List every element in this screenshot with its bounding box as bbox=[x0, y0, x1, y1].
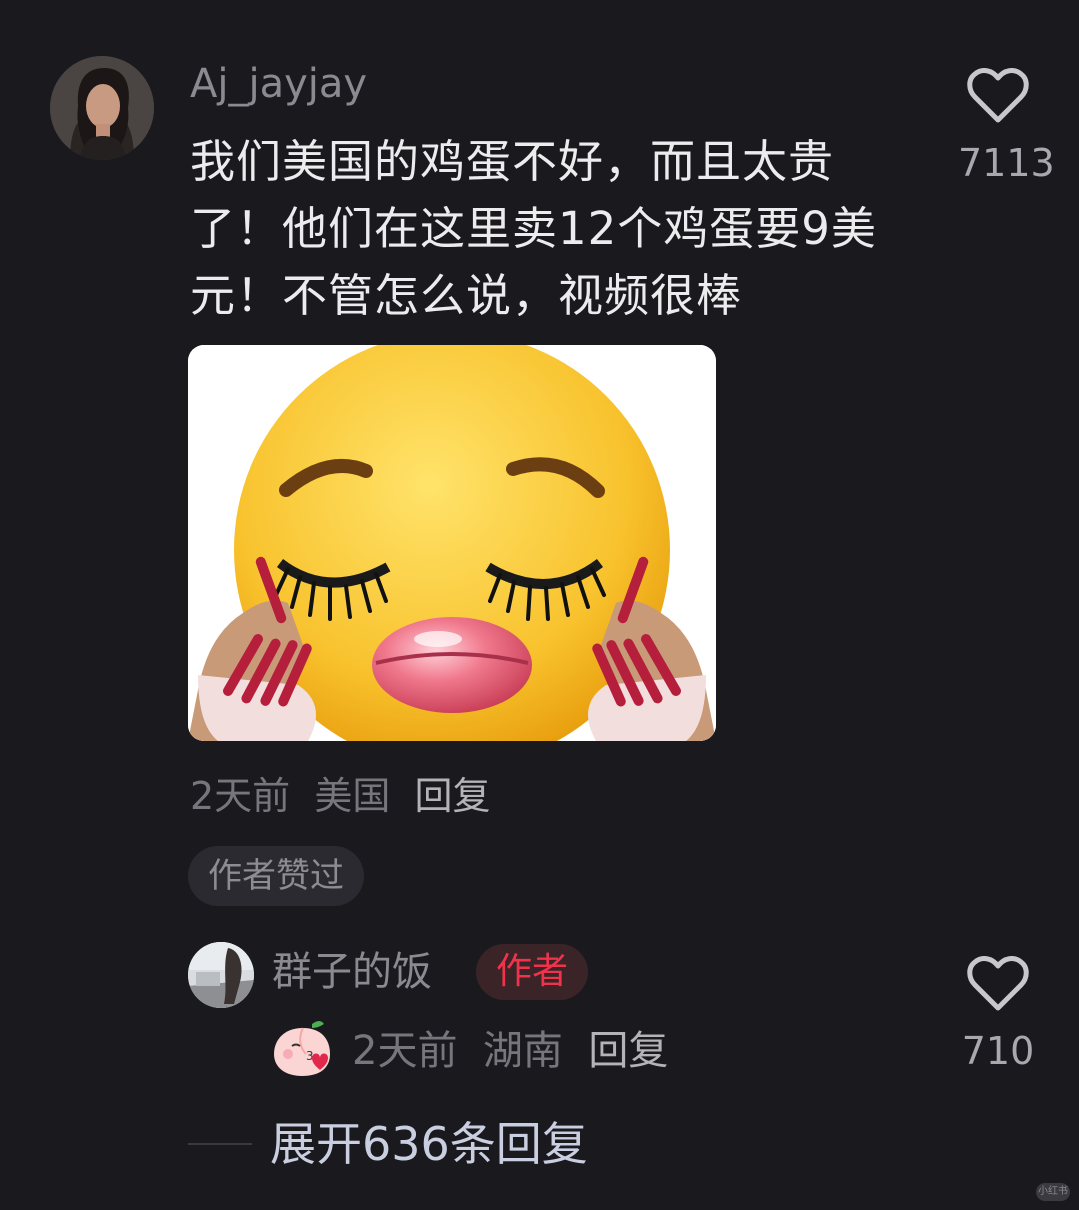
reply-avatar[interactable] bbox=[188, 942, 254, 1008]
reply-time: 2天前 bbox=[352, 1028, 458, 1074]
reply-location: 湖南 bbox=[482, 1028, 563, 1074]
author-badge: 作者 bbox=[476, 944, 589, 1000]
comment-text: 我们美国的鸡蛋不好，而且太贵了！他们在这里卖12个鸡蛋要9美元！不管怎么说，视频… bbox=[190, 135, 877, 322]
peach-kiss-icon: 3 bbox=[272, 1018, 334, 1078]
heart-icon[interactable] bbox=[967, 68, 1029, 124]
reply-meta: 2天前 湖南 回复 bbox=[352, 1024, 668, 1078]
reply-username[interactable]: 群子的饭 bbox=[272, 944, 432, 1000]
comment-time: 2天前 bbox=[190, 774, 291, 818]
comment-like-count: 7113 bbox=[958, 141, 1055, 185]
reply-reply-button[interactable]: 回复 bbox=[588, 1028, 668, 1074]
comment-sticker-image[interactable] bbox=[188, 345, 716, 741]
expand-divider bbox=[188, 1143, 252, 1145]
heart-icon[interactable] bbox=[967, 956, 1029, 1012]
reply-like-button[interactable]: 710 bbox=[958, 956, 1038, 1076]
comment-location: 美国 bbox=[314, 774, 391, 818]
reply-like-count: 710 bbox=[961, 1029, 1035, 1073]
comment-meta: 2天前 美国 回复 bbox=[190, 770, 491, 822]
author-liked-badge: 作者赞过 bbox=[188, 846, 364, 906]
comment-like-button[interactable]: 7113 bbox=[958, 68, 1055, 188]
commenter-username[interactable]: Aj_jayjay bbox=[190, 58, 367, 110]
watermark-logo: 小红书 bbox=[1036, 1183, 1070, 1201]
kissing-face-sticker-icon bbox=[188, 345, 716, 741]
comment-reply-button[interactable]: 回复 bbox=[415, 774, 491, 818]
commenter-avatar[interactable] bbox=[50, 56, 154, 160]
expand-replies-button[interactable]: 展开636条回复 bbox=[270, 1114, 588, 1174]
